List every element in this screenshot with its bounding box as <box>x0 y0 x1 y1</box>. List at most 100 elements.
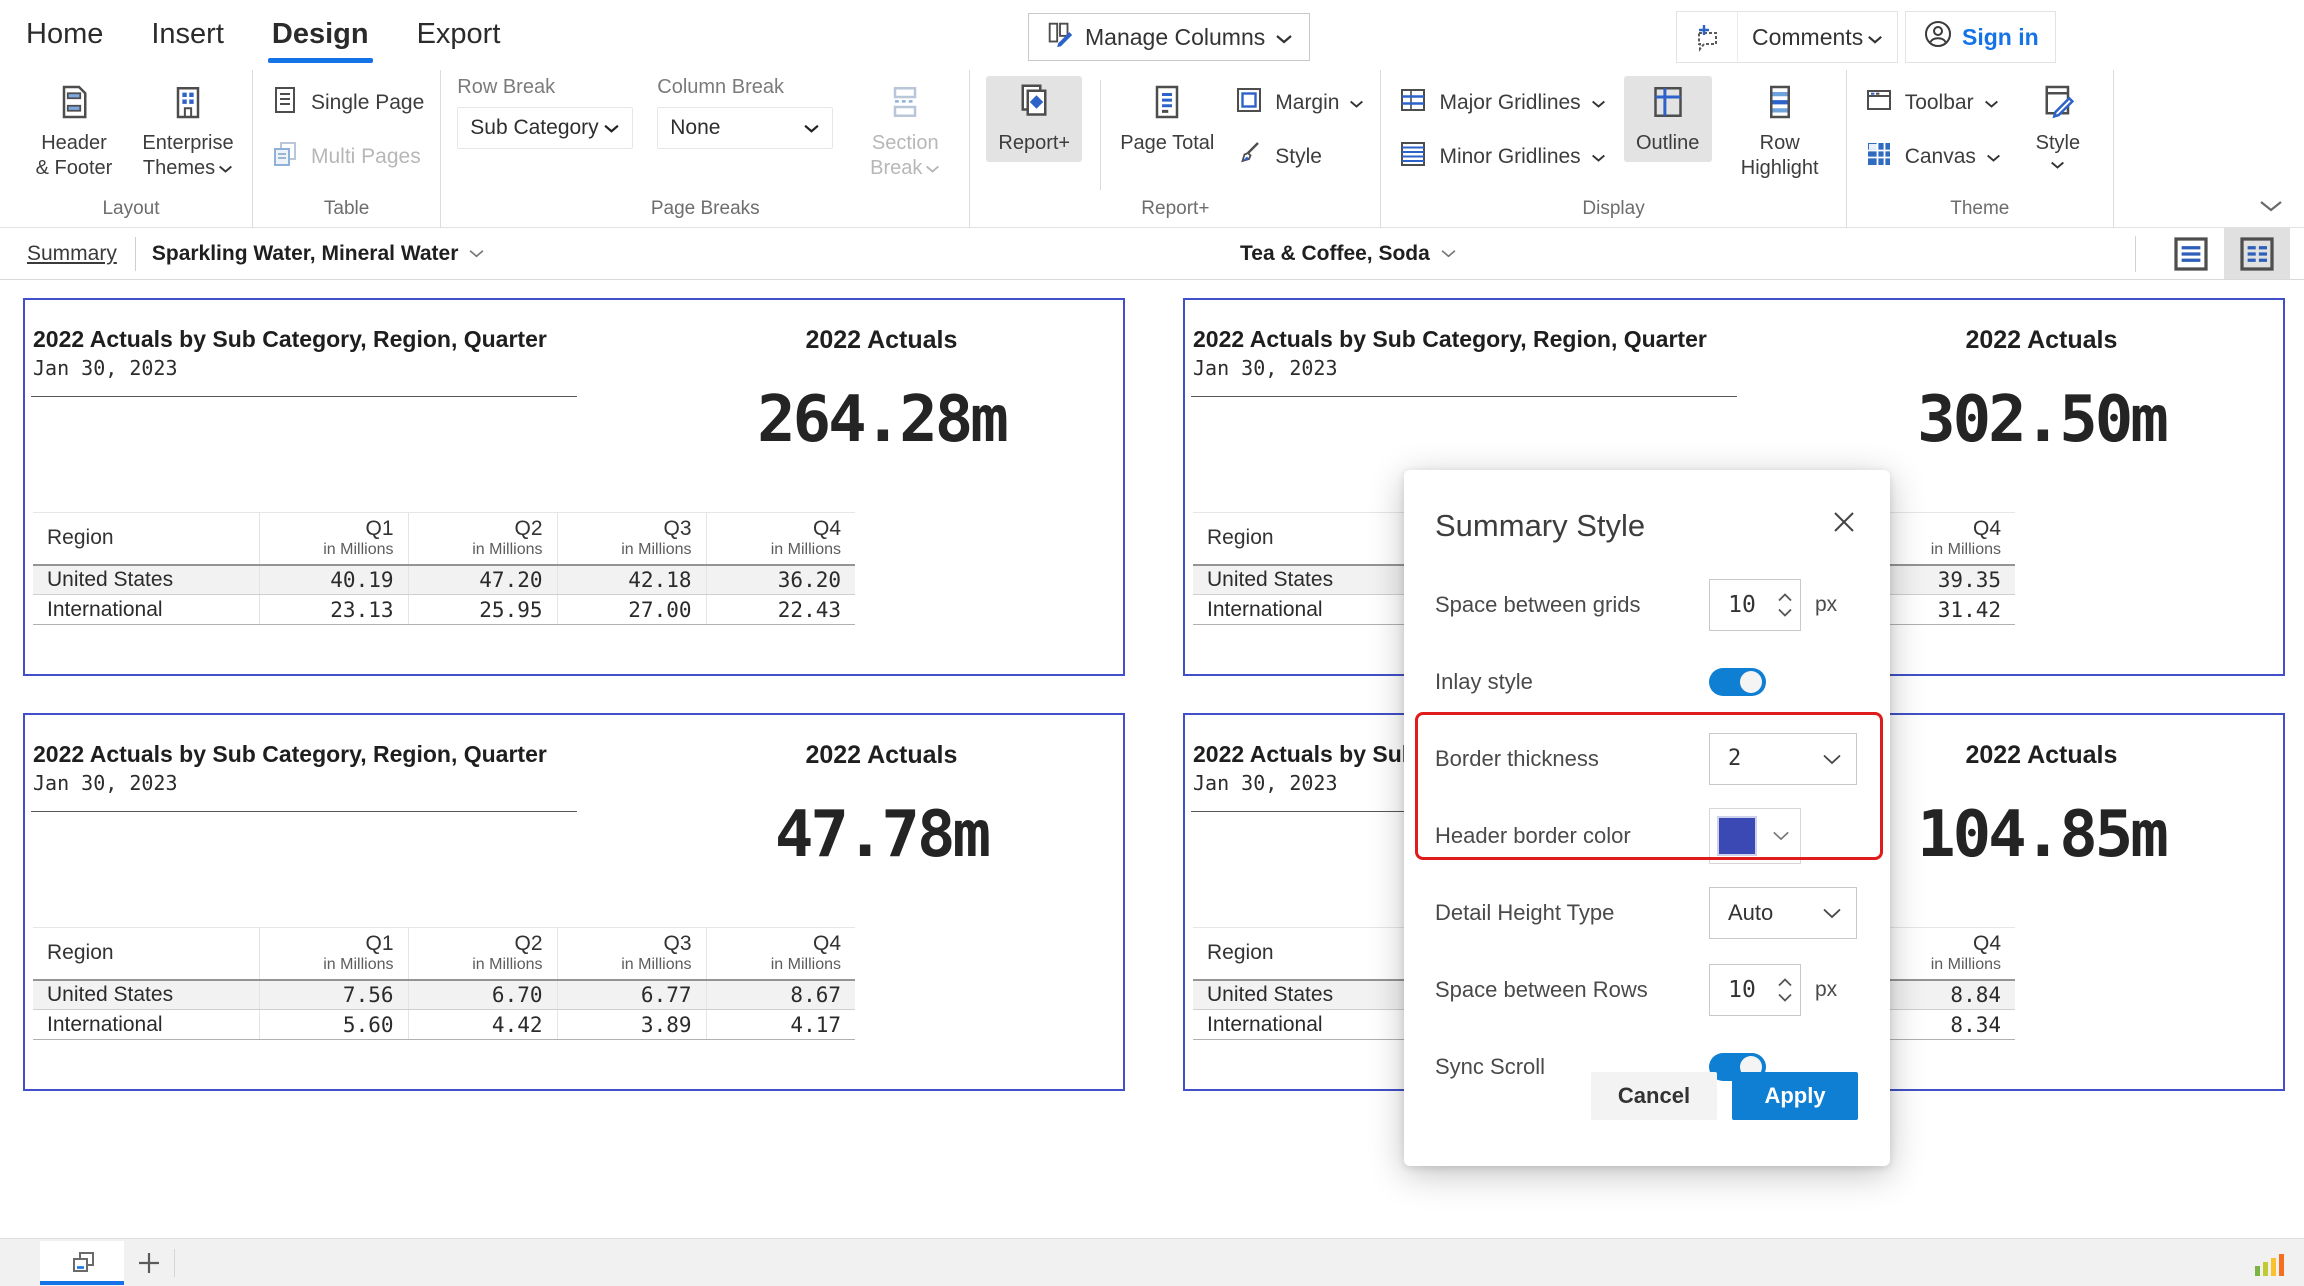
detail-height-type-row: Detail Height Type Auto <box>1435 874 1862 951</box>
toolbar-theme-button[interactable]: Toolbar <box>1863 84 2001 122</box>
space-between-grids-stepper[interactable]: 10 <box>1709 579 1801 631</box>
theme-style-button[interactable]: Style <box>2019 76 2097 176</box>
summary-card[interactable]: 2022 Actuals by Sub Category, Region, Qu… <box>23 298 1125 676</box>
close-icon[interactable] <box>1830 508 1860 538</box>
card-date: Jan 30, 2023 <box>33 356 178 380</box>
chevron-down-icon <box>1778 993 1792 1002</box>
summary-card[interactable]: 2022 Actuals by Sub Category, Region, Qu… <box>23 713 1125 1091</box>
stepper-arrows[interactable] <box>1774 593 1800 617</box>
comments-icon <box>1677 12 1738 62</box>
header-border-color-picker[interactable] <box>1709 808 1801 864</box>
q4-header: Q4in Millions <box>706 928 855 980</box>
column-break-dropdown[interactable]: None <box>657 107 833 149</box>
stepper-arrows[interactable] <box>1774 978 1800 1002</box>
row-highlight-button[interactable]: RowHighlight <box>1730 76 1830 187</box>
card-header-rule <box>31 811 577 812</box>
kpi-label: 2022 Actuals <box>662 326 1101 355</box>
header-footer-button[interactable]: Header& Footer <box>26 76 122 187</box>
toolbar-icon <box>1863 84 1895 122</box>
space-between-grids-row: Space between grids 10 px <box>1435 566 1862 643</box>
comments-button[interactable]: Comments <box>1676 11 1898 63</box>
view-list-icon <box>2171 234 2211 274</box>
two-column-view-button[interactable] <box>2224 228 2290 279</box>
section-break-button[interactable]: SectionBreak <box>857 76 953 187</box>
enterprise-themes-button[interactable]: EnterpriseThemes <box>140 76 236 187</box>
header-border-color-row: Header border color <box>1435 797 1862 874</box>
tab-design[interactable]: Design <box>272 18 369 61</box>
group-label-display: Display <box>1397 196 1829 228</box>
table-row: International 23.13 25.95 27.00 22.43 <box>33 595 855 625</box>
apply-button[interactable]: Apply <box>1732 1072 1858 1120</box>
table-row: United States 40.19 47.20 42.18 36.20 <box>33 565 855 595</box>
chevron-down-icon <box>1778 608 1792 617</box>
card-title: 2022 Actuals by Sub Category, Region, Qu… <box>33 326 547 353</box>
kpi-value: 264.28m <box>662 383 1101 457</box>
sign-in-button[interactable]: Sign in <box>1905 11 2056 63</box>
single-page-button[interactable]: Single Page <box>269 84 424 122</box>
canvas-theme-button[interactable]: Canvas <box>1863 138 2001 176</box>
single-column-view-button[interactable] <box>2158 228 2224 279</box>
app-window: Home Insert Design Export Manage Columns… <box>0 0 2304 1286</box>
add-page-button[interactable] <box>124 1241 174 1285</box>
tab-home[interactable]: Home <box>26 18 103 61</box>
report-style-button[interactable]: Style <box>1233 138 1364 176</box>
region-header: Region <box>1193 513 1419 565</box>
table-header-row: Region Q1in Millions Q2in Millions Q3in … <box>33 928 855 980</box>
chevron-down-icon <box>603 116 620 140</box>
center-filter-dropdown[interactable]: Tea & Coffee, Soda <box>1240 242 1457 266</box>
outline-button[interactable]: Outline <box>1624 76 1712 162</box>
chevron-down-icon <box>1275 24 1293 51</box>
region-header: Region <box>33 513 259 565</box>
report-plus-button[interactable]: Report+ <box>986 76 1082 162</box>
summary-link[interactable]: Summary <box>27 242 117 266</box>
card-header-rule <box>31 396 577 397</box>
ribbon-collapse-chevron[interactable] <box>2258 198 2284 219</box>
ribbon-group-page-breaks: Row Break Sub Category Column Break None <box>441 70 970 228</box>
page-tab[interactable] <box>40 1241 124 1285</box>
cancel-button[interactable]: Cancel <box>1591 1072 1717 1120</box>
kpi-block: 2022 Actuals 47.78m <box>662 741 1101 872</box>
tab-insert[interactable]: Insert <box>151 18 224 61</box>
view-grid-icon <box>2237 234 2277 274</box>
table-header-row: Region Q1in Millions Q2in Millions Q3in … <box>33 513 855 565</box>
major-gridlines-button[interactable]: Major Gridlines <box>1397 84 1605 122</box>
multi-pages-button[interactable]: Multi Pages <box>269 138 424 176</box>
inlay-style-toggle[interactable] <box>1709 668 1766 696</box>
card-table: Region Q1in Millions Q2in Millions Q3in … <box>33 512 855 625</box>
margin-button[interactable]: Margin <box>1233 84 1364 122</box>
single-page-icon <box>269 84 301 122</box>
table-row: United States 7.56 6.70 6.77 8.67 <box>33 980 855 1010</box>
manage-columns-label: Manage Columns <box>1085 24 1265 51</box>
kpi-label: 2022 Actuals <box>1822 326 2261 355</box>
outline-icon <box>1648 82 1688 127</box>
chevron-down-icon <box>1591 145 1606 169</box>
q2-header: Q2in Millions <box>408 928 557 980</box>
left-filter-dropdown[interactable]: Sparkling Water, Mineral Water <box>152 242 486 266</box>
manage-columns-button[interactable]: Manage Columns <box>1028 13 1310 61</box>
group-label-page-breaks: Page Breaks <box>457 196 953 228</box>
minor-gridlines-button[interactable]: Minor Gridlines <box>1397 138 1605 176</box>
tab-export[interactable]: Export <box>417 18 501 61</box>
canvas-icon <box>1863 138 1895 176</box>
card-title: 2022 Actuals by Sub Category, Region, Qu… <box>1193 326 1707 353</box>
page-total-button[interactable]: Page Total <box>1119 76 1215 162</box>
space-between-rows-stepper[interactable]: 10 <box>1709 964 1801 1016</box>
chevron-down-icon <box>1349 91 1364 115</box>
ribbon-toolbar: Header& Footer EnterpriseThemes Layout S… <box>0 70 2304 228</box>
ribbon-group-display: Major Gridlines Minor Gridlines Outline <box>1381 70 1846 228</box>
detail-height-type-dropdown[interactable]: Auto <box>1709 887 1857 939</box>
mini-chart-icon[interactable] <box>2255 1254 2284 1276</box>
chevron-up-icon <box>1778 593 1792 602</box>
multi-pages-icon <box>269 138 301 176</box>
group-label-theme: Theme <box>1863 196 2097 228</box>
report-canvas: 2022 Actuals by Sub Category, Region, Qu… <box>0 280 2304 1238</box>
kpi-label: 2022 Actuals <box>662 741 1101 770</box>
row-break-dropdown[interactable]: Sub Category <box>457 107 633 149</box>
style-brush-icon <box>1233 138 1265 176</box>
column-break-label: Column Break <box>657 76 833 99</box>
theme-style-icon <box>2038 82 2078 127</box>
border-thickness-dropdown[interactable]: 2 <box>1709 733 1857 785</box>
chevron-down-icon <box>1591 91 1606 115</box>
minor-gridlines-icon <box>1397 138 1429 176</box>
ribbon: Home Insert Design Export Manage Columns… <box>0 0 2304 228</box>
